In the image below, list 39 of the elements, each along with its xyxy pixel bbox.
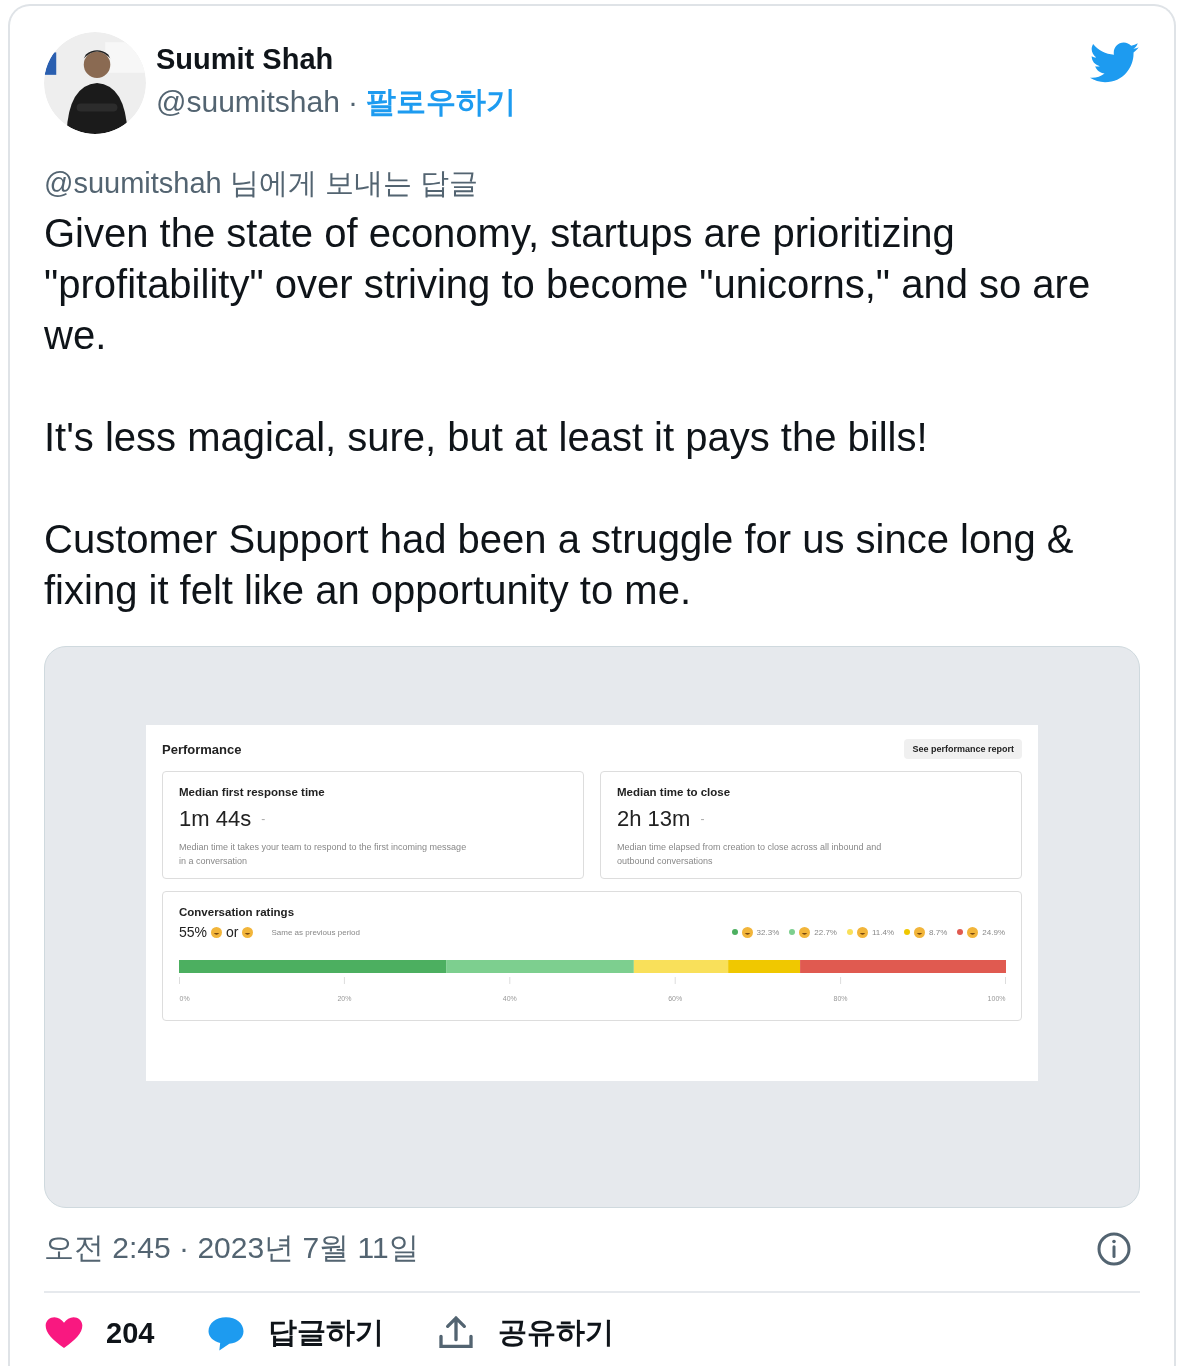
metric-value: 2h 13m [617,806,691,832]
separator: · [347,85,358,119]
face-icon [741,926,753,938]
author-name[interactable]: Suumit Shah [156,43,1080,76]
tweet-text: Given the state of economy, startups are prioritizing "profitability" over striving to become "unicorns," and so are we. [44,210,1092,359]
section-title: Performance [162,741,242,757]
face-icon [211,926,223,938]
face-icon [914,926,926,938]
bird-logo-icon [1090,42,1140,84]
tweet-text: It's less magical, sure, but at least it pays the bills! [44,414,929,461]
legend-label: 24.9% [982,927,1005,937]
like-button[interactable]: 204 [44,1313,155,1353]
comparison-text: Same as previous period [271,927,361,937]
legend-label: 11.4% [872,927,895,937]
face-icon [242,926,254,938]
info-icon[interactable] [1096,1230,1132,1267]
legend-label: 22.7% [814,927,837,937]
legend-label: 8.7% [929,927,948,937]
reply-context: @suumitshah 님에게 보내는 답글 [44,166,479,201]
face-icon [799,926,811,938]
metric-title: Median first response time [179,786,326,798]
ratings-title: Conversation ratings [179,906,296,918]
share-button[interactable]: 공유하기 [436,1313,615,1353]
rating-score: 55% [179,924,208,940]
metric-title: Median time to close [617,786,732,798]
trend-indicator: - [261,812,266,826]
timestamp: 오전 2:45 · 2023년 7월 11일 [44,1230,419,1266]
face-icon [857,926,868,938]
trend-indicator: - [700,812,705,826]
reply-button[interactable]: 답글하기 [206,1313,385,1353]
face-icon [967,926,979,938]
legend-label: 32.3% [756,927,780,937]
metric-value: 1m 44s [179,806,252,832]
author-handle[interactable]: @suumitshah [156,85,340,119]
report-button[interactable]: See performance report [904,739,1022,759]
metric-description: Median time it takes your team to respond to the first incoming message in a conversation [179,841,468,868]
tweet-text: Customer Support had been a struggle for us since long & fixing it felt like an opportunity to me. [44,516,1075,614]
connector-text: or [226,924,239,940]
metric-description: Median time elapsed from creation to close across all inbound and outbound conversations [617,841,883,868]
